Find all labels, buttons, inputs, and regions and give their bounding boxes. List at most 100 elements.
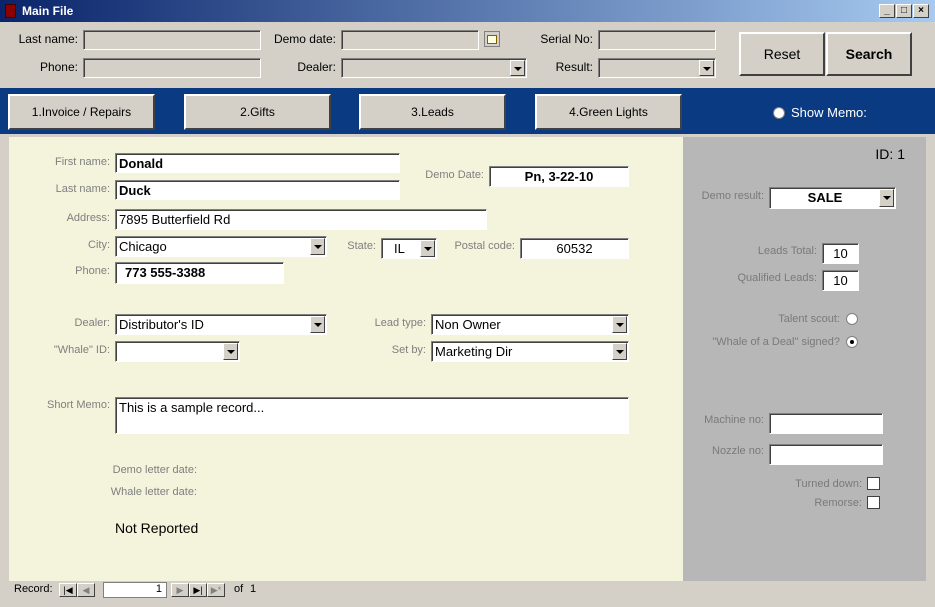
demo-result-value: SALE <box>807 190 843 205</box>
chevron-down-icon[interactable] <box>310 316 325 333</box>
tab-green-lights[interactable]: 4.Green Lights <box>535 94 682 130</box>
machine-no-field[interactable] <box>769 413 883 434</box>
dealer-label: Dealer: <box>74 317 110 329</box>
first-name-label: First name: <box>54 156 110 168</box>
demo-date-label: Demo Date: <box>425 169 484 181</box>
new-record-icon[interactable]: ▶* <box>207 583 225 597</box>
record-navigator: Record: |◀ ◀ 1 ▶ ▶| ▶* of 1 <box>9 581 926 599</box>
search-phone-label: Phone: <box>39 60 78 74</box>
talent-scout-label: Talent scout: <box>778 313 840 325</box>
nozzle-no-field[interactable] <box>769 444 883 465</box>
city-select[interactable]: Chicago <box>115 236 327 257</box>
qualified-leads-field[interactable]: 10 <box>822 270 859 291</box>
short-memo-field[interactable]: This is a sample record... <box>115 397 629 434</box>
chevron-down-icon[interactable] <box>310 238 325 255</box>
whale-signed-radio[interactable] <box>846 336 858 348</box>
talent-scout-radio[interactable] <box>846 313 858 325</box>
search-button[interactable]: Search <box>826 32 912 76</box>
lead-type-value: Non Owner <box>435 317 501 332</box>
next-record-icon[interactable]: ▶ <box>171 583 189 597</box>
chevron-down-icon[interactable] <box>612 343 627 360</box>
record-of-label: of <box>234 583 244 595</box>
demo-date-field[interactable]: Pn, 3-22-10 <box>489 166 629 187</box>
whale-id-label: "Whale" ID: <box>53 344 110 356</box>
set-by-select[interactable]: Marketing Dir <box>431 341 629 362</box>
chevron-down-icon[interactable] <box>420 240 435 257</box>
demo-result-label: Demo result: <box>701 190 764 202</box>
remorse-label: Remorse: <box>814 497 862 509</box>
chevron-down-icon[interactable] <box>699 60 714 76</box>
demo-letter-date-label: Demo letter date: <box>112 464 197 476</box>
last-record-icon[interactable]: ▶| <box>189 583 207 597</box>
city-value: Chicago <box>119 239 167 254</box>
turned-down-label: Turned down: <box>795 478 862 490</box>
state-select[interactable]: IL <box>381 238 437 259</box>
search-demo-date-label: Demo date: <box>273 32 336 46</box>
show-memo-label: Show Memo: <box>791 105 867 120</box>
search-dealer-select[interactable] <box>341 58 527 78</box>
tab-invoice-repairs[interactable]: 1.Invoice / Repairs <box>8 94 155 130</box>
nozzle-no-label: Nozzle no: <box>712 445 764 457</box>
whale-signed-label: "Whale of a Deal" signed? <box>712 336 840 348</box>
qualified-leads-label: Qualified Leads: <box>737 272 818 284</box>
maximize-button[interactable]: □ <box>896 4 912 18</box>
remorse-checkbox[interactable] <box>867 496 880 509</box>
dealer-select[interactable]: Distributor's ID <box>115 314 327 335</box>
last-name-label: Last name: <box>55 183 110 195</box>
prev-record-icon[interactable]: ◀ <box>77 583 95 597</box>
demo-result-select[interactable]: SALE <box>769 187 896 209</box>
search-result-select[interactable] <box>598 58 716 78</box>
status-text: Not Reported <box>115 520 199 536</box>
search-serial-input[interactable] <box>598 30 716 50</box>
postal-code-field[interactable]: 60532 <box>520 238 629 259</box>
title-bar: Main File _ □ × <box>0 0 935 22</box>
calendar-icon[interactable] <box>484 31 500 47</box>
app-icon <box>5 4 16 18</box>
first-record-icon[interactable]: |◀ <box>59 583 77 597</box>
state-value: IL <box>394 241 405 256</box>
record-number-input[interactable]: 1 <box>103 582 167 598</box>
state-label: State: <box>347 240 376 252</box>
lead-type-label: Lead type: <box>374 317 426 329</box>
search-dealer-label: Dealer: <box>297 60 336 74</box>
whale-id-select[interactable] <box>115 341 240 362</box>
tab-leads[interactable]: 3.Leads <box>359 94 506 130</box>
machine-no-label: Machine no: <box>704 414 764 426</box>
record-label: Record: <box>14 583 53 595</box>
address-label: Address: <box>66 212 110 224</box>
set-by-value: Marketing Dir <box>435 344 513 359</box>
leads-total-field[interactable]: 10 <box>822 243 859 264</box>
search-last-name-input[interactable] <box>83 30 261 50</box>
search-last-name-label: Last name: <box>18 32 78 46</box>
window-title: Main File <box>22 4 74 18</box>
last-name-field[interactable]: Duck <box>115 180 400 200</box>
chevron-down-icon[interactable] <box>879 189 894 207</box>
dealer-value: Distributor's ID <box>119 317 204 332</box>
search-serial-label: Serial No: <box>540 32 593 46</box>
chevron-down-icon[interactable] <box>510 60 525 76</box>
postal-code-label: Postal code: <box>454 240 515 252</box>
first-name-field[interactable]: Donald <box>115 153 400 173</box>
set-by-label: Set by: <box>391 344 426 356</box>
search-result-label: Result: <box>555 60 593 74</box>
phone-field[interactable]: 773 555-3388 <box>115 262 284 284</box>
leads-total-label: Leads Total: <box>757 245 817 257</box>
show-memo-radio[interactable] <box>773 107 785 119</box>
whale-letter-date-label: Whale letter date: <box>110 486 197 498</box>
tab-gifts[interactable]: 2.Gifts <box>184 94 331 130</box>
turned-down-checkbox[interactable] <box>867 477 880 490</box>
address-field[interactable]: 7895 Butterfield Rd <box>115 209 487 230</box>
chevron-down-icon[interactable] <box>612 316 627 333</box>
minimize-button[interactable]: _ <box>879 4 895 18</box>
close-button[interactable]: × <box>913 4 929 18</box>
short-memo-label: Short Memo: <box>47 399 110 411</box>
lead-type-select[interactable]: Non Owner <box>431 314 629 335</box>
phone-label: Phone: <box>75 265 110 277</box>
reset-button[interactable]: Reset <box>739 32 825 76</box>
chevron-down-icon[interactable] <box>223 343 238 360</box>
search-phone-input[interactable] <box>83 58 261 78</box>
city-label: City: <box>88 239 110 251</box>
record-id: ID: 1 <box>875 146 905 162</box>
record-total: 1 <box>250 583 257 595</box>
search-demo-date-input[interactable] <box>341 30 479 50</box>
